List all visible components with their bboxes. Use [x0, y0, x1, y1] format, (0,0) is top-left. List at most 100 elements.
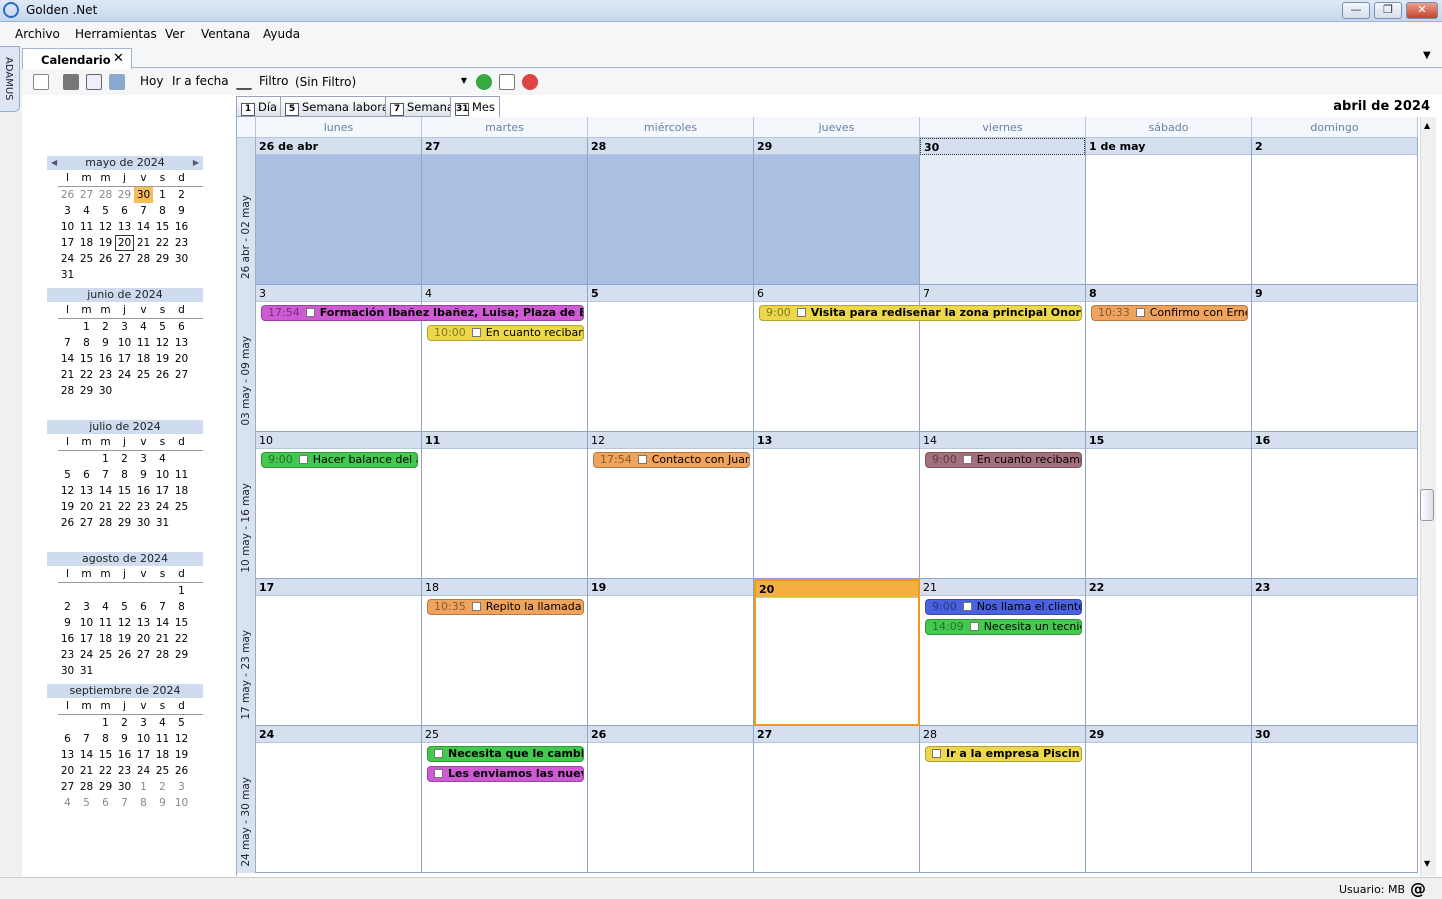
mini-calendar-day[interactable]: 5	[172, 715, 191, 731]
mini-calendar-day[interactable]: 6	[96, 795, 115, 811]
day-cell[interactable]: 16	[1252, 432, 1418, 579]
calendar-event[interactable]: 9:00 En cuanto recibamo	[925, 452, 1082, 468]
view-tab-semana-laboral[interactable]: 5 Semana laboral	[280, 96, 398, 117]
export-icon[interactable]	[109, 74, 125, 90]
calendar-event[interactable]: 14:09 Necesita un tecnic	[925, 619, 1082, 635]
mini-calendar-day[interactable]: 26	[172, 763, 191, 779]
mini-calendar-day[interactable]: 16	[96, 351, 115, 367]
mini-calendar-day[interactable]: 18	[153, 747, 172, 763]
day-cell[interactable]: 19	[588, 579, 754, 726]
mini-calendar-day[interactable]: 6	[134, 599, 153, 615]
mini-calendar-day[interactable]: 26	[58, 515, 77, 531]
mini-calendar-day[interactable]: 12	[115, 615, 134, 631]
mini-calendar-day[interactable]: 19	[115, 631, 134, 647]
mini-calendar-day[interactable]: 24	[134, 763, 153, 779]
calendar-event[interactable]: Necesita que le cambi	[427, 746, 584, 762]
mini-calendar-day[interactable]: 11	[96, 615, 115, 631]
mini-calendar-day[interactable]: 1	[153, 187, 172, 203]
day-cell[interactable]: 2	[1252, 138, 1418, 285]
calendar-event[interactable]: 9:00 Nos llama el cliente	[925, 599, 1082, 615]
mini-calendar-day[interactable]: 29	[172, 647, 191, 663]
mini-calendar-day[interactable]: 22	[172, 631, 191, 647]
calendar-event[interactable]: 17:54 Contacto con Juan	[593, 452, 750, 468]
week-range-label[interactable]: 26 abr - 02 may	[237, 138, 256, 285]
mini-calendar-day[interactable]: 28	[153, 647, 172, 663]
day-cell[interactable]: 26	[588, 726, 754, 873]
mini-calendar-day[interactable]: 5	[115, 599, 134, 615]
mini-calendar-day[interactable]: 30	[134, 515, 153, 531]
mini-calendar-day[interactable]: 16	[115, 747, 134, 763]
day-cell[interactable]: 27	[754, 726, 920, 873]
mini-calendar-day[interactable]: 16	[172, 219, 191, 235]
mini-calendar-day[interactable]: 21	[134, 235, 153, 251]
mini-calendar-day[interactable]: 10	[134, 731, 153, 747]
mini-calendar-day[interactable]: 6	[58, 731, 77, 747]
week-range-label[interactable]: 10 may - 16 may	[237, 432, 256, 579]
mini-calendar-day[interactable]: 20	[58, 763, 77, 779]
mini-calendar-day[interactable]: 24	[153, 499, 172, 515]
mini-calendar-day[interactable]: 22	[77, 367, 96, 383]
mini-calendar-day[interactable]: 9	[134, 467, 153, 483]
day-cell[interactable]: 13	[754, 432, 920, 579]
edit-icon[interactable]	[499, 74, 515, 90]
mini-calendar-day[interactable]: 15	[153, 219, 172, 235]
view-tab-dia[interactable]: 1 Día	[236, 96, 283, 117]
mini-calendar-day[interactable]: 4	[153, 715, 172, 731]
day-cell[interactable]: 5	[588, 285, 754, 432]
mini-calendar-day[interactable]: 4	[58, 795, 77, 811]
mini-calendar-day[interactable]: 2	[172, 187, 191, 203]
mini-calendar-day[interactable]: 21	[58, 367, 77, 383]
mini-calendar-day[interactable]: 7	[153, 599, 172, 615]
calendar-event[interactable]: 9:00 Hacer balance del a	[261, 452, 418, 468]
day-cell[interactable]: 23	[1252, 579, 1418, 726]
mini-calendar-day[interactable]: 24	[115, 367, 134, 383]
mini-calendar-day[interactable]: 25	[172, 499, 191, 515]
mini-calendar-day[interactable]: 1	[134, 779, 153, 795]
mini-calendar-day[interactable]: 30	[134, 187, 153, 203]
tab-list-dropdown-icon[interactable]: ▼	[1423, 50, 1431, 61]
day-cell[interactable]: 30	[920, 138, 1086, 285]
mini-calendar-day[interactable]: 23	[134, 499, 153, 515]
mini-calendar-day[interactable]: 2	[96, 319, 115, 335]
mini-calendar-day[interactable]: 23	[96, 367, 115, 383]
mini-calendar-day[interactable]: 7	[96, 467, 115, 483]
mini-calendar-day[interactable]: 8	[77, 335, 96, 351]
mini-calendar-day[interactable]: 25	[77, 251, 96, 267]
mini-calendar-day[interactable]: 11	[134, 335, 153, 351]
prev-month-icon[interactable]: ◀	[51, 156, 57, 170]
mini-calendar-day[interactable]: 28	[58, 383, 77, 399]
mini-calendar-day[interactable]: 31	[77, 663, 96, 679]
mini-calendar-day[interactable]: 27	[77, 515, 96, 531]
mini-calendar-day[interactable]: 20	[172, 351, 191, 367]
mini-calendar-day[interactable]: 27	[77, 187, 96, 203]
mini-calendar-day[interactable]: 3	[77, 599, 96, 615]
mini-calendar-day[interactable]: 30	[172, 251, 191, 267]
mini-calendar-day[interactable]: 17	[58, 235, 77, 251]
mini-calendar-day[interactable]: 25	[96, 647, 115, 663]
mini-calendar-day[interactable]: 27	[172, 367, 191, 383]
mini-calendar-day[interactable]: 10	[153, 467, 172, 483]
side-panel-tab[interactable]: ADAMUS	[0, 46, 20, 112]
calendar-event[interactable]: 10:33 Confirmo con Erne	[1091, 305, 1248, 321]
mini-calendar-day[interactable]: 17	[153, 483, 172, 499]
mini-calendar-day[interactable]: 4	[134, 319, 153, 335]
mini-calendar-day[interactable]: 11	[153, 731, 172, 747]
mini-calendar-day[interactable]: 15	[96, 747, 115, 763]
mini-calendar-day[interactable]: 28	[77, 779, 96, 795]
next-month-icon[interactable]: ▶	[193, 156, 199, 170]
mini-calendar-day[interactable]: 24	[58, 251, 77, 267]
day-cell[interactable]: 17	[256, 579, 422, 726]
day-cell[interactable]: 15	[1086, 432, 1252, 579]
mini-calendar-day[interactable]: 29	[77, 383, 96, 399]
mini-calendar-day[interactable]: 29	[115, 515, 134, 531]
day-cell[interactable]: 1 de may	[1086, 138, 1252, 285]
day-cell[interactable]: 20	[754, 579, 920, 726]
mini-calendar-day[interactable]: 23	[58, 647, 77, 663]
mini-calendar-day[interactable]: 14	[153, 615, 172, 631]
mini-calendar-day[interactable]: 5	[153, 319, 172, 335]
day-cell[interactable]: 22	[1086, 579, 1252, 726]
mini-calendar-day[interactable]: 3	[115, 319, 134, 335]
mini-calendar-day[interactable]: 8	[134, 795, 153, 811]
mini-calendar-day[interactable]: 13	[58, 747, 77, 763]
mini-calendar-day[interactable]: 7	[134, 203, 153, 219]
